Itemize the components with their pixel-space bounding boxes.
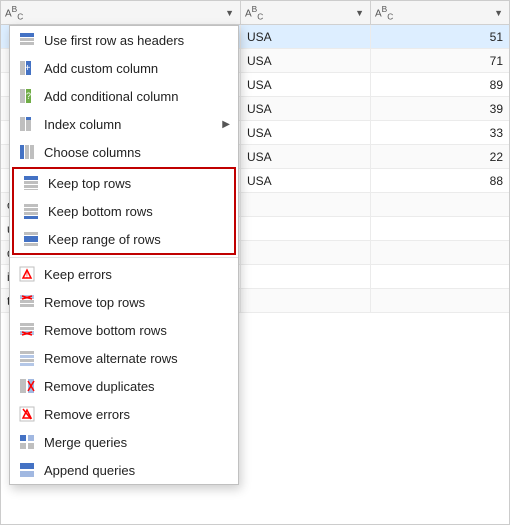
menu-item-label-merge-queries: Merge queries (44, 435, 127, 450)
cell-units: 22 (371, 145, 509, 168)
cell-units (371, 289, 509, 312)
country-filter-button[interactable]: ▼ (353, 7, 366, 19)
use-first-row-icon (18, 31, 36, 49)
menu-item-keep-bottom-rows[interactable]: Keep bottom rows (14, 197, 234, 225)
keep-rows-highlight-group: Keep top rows Keep bottom rows Keep range … (12, 167, 236, 255)
menu-item-label-remove-top-rows: Remove top rows (44, 295, 145, 310)
svg-text:!: ! (26, 273, 28, 280)
table-header: ABC ▼ ABC ▼ ABC ▼ (1, 1, 509, 25)
cell-country: USA (241, 169, 371, 192)
svg-text:+: + (25, 63, 31, 74)
period-type-icon: ABC (5, 4, 23, 21)
cell-country: USA (241, 97, 371, 120)
add-column-icon: + (18, 59, 36, 77)
cell-country (241, 241, 371, 264)
menu-item-label-keep-bottom-rows: Keep bottom rows (48, 204, 153, 219)
svg-text:?: ? (26, 91, 31, 101)
country-type-icon: ABC (245, 4, 263, 21)
index-column-icon (18, 115, 36, 133)
merge-icon (18, 433, 36, 451)
keep-errors-icon: ! (18, 265, 36, 283)
cell-country: USA (241, 73, 371, 96)
menu-item-label-append-queries: Append queries (44, 463, 135, 478)
country-column-header[interactable]: ABC ▼ (241, 1, 371, 24)
main-container: ABC ▼ ABC ▼ ABC ▼ USA51USA71USA89USA39US… (0, 0, 510, 525)
remove-alternate-icon (18, 349, 36, 367)
submenu-arrow-icon: ▶ (222, 119, 230, 130)
cell-country: USA (241, 145, 371, 168)
remove-duplicates-icon (18, 377, 36, 395)
cell-country: USA (241, 121, 371, 144)
menu-item-label-choose-columns: Choose columns (44, 145, 141, 160)
cell-country: USA (241, 25, 371, 48)
remove-bottom-icon (18, 321, 36, 339)
menu-item-add-custom-column[interactable]: + Add custom column (10, 54, 238, 82)
cell-country (241, 217, 371, 240)
units-type-icon: ABC (375, 4, 393, 21)
units-column-header[interactable]: ABC ▼ (371, 1, 509, 24)
choose-columns-icon (18, 143, 36, 161)
keep-top-rows-icon (22, 174, 40, 192)
append-icon (18, 461, 36, 479)
remove-errors-icon (18, 405, 36, 423)
period-column-header[interactable]: ABC ▼ (1, 1, 241, 24)
cell-units: 89 (371, 73, 509, 96)
menu-item-label-remove-duplicates: Remove duplicates (44, 379, 155, 394)
menu-item-label-use-first-row: Use first row as headers (44, 33, 184, 48)
conditional-column-icon: ? (18, 87, 36, 105)
context-menu: Use first row as headers + Add custom colu… (9, 25, 239, 485)
menu-item-use-first-row[interactable]: Use first row as headers (10, 26, 238, 54)
cell-units (371, 241, 509, 264)
keep-bottom-rows-icon (22, 202, 40, 220)
cell-units: 51 (371, 25, 509, 48)
cell-country (241, 289, 371, 312)
menu-item-merge-queries[interactable]: Merge queries (10, 428, 238, 456)
menu-item-label-remove-bottom-rows: Remove bottom rows (44, 323, 167, 338)
cell-units: 39 (371, 97, 509, 120)
menu-item-keep-errors[interactable]: ! Keep errors (10, 260, 238, 288)
cell-units: 71 (371, 49, 509, 72)
menu-item-keep-range-of-rows[interactable]: Keep range of rows (14, 225, 234, 253)
cell-country (241, 265, 371, 288)
menu-item-label-remove-alternate-rows: Remove alternate rows (44, 351, 178, 366)
menu-item-remove-errors[interactable]: Remove errors (10, 400, 238, 428)
menu-divider (10, 257, 238, 258)
cell-country: USA (241, 49, 371, 72)
menu-item-index-column[interactable]: Index column ▶ (10, 110, 238, 138)
menu-item-label-keep-range-of-rows: Keep range of rows (48, 232, 161, 247)
period-filter-button[interactable]: ▼ (223, 7, 236, 19)
menu-item-label-keep-top-rows: Keep top rows (48, 176, 131, 191)
menu-item-choose-columns[interactable]: Choose columns (10, 138, 238, 166)
cell-country (241, 193, 371, 216)
cell-units (371, 265, 509, 288)
cell-units: 33 (371, 121, 509, 144)
menu-item-keep-top-rows[interactable]: Keep top rows (14, 169, 234, 197)
menu-item-label-keep-errors: Keep errors (44, 267, 112, 282)
cell-units (371, 193, 509, 216)
menu-item-label-index-column: Index column (44, 117, 121, 132)
menu-item-remove-bottom-rows[interactable]: Remove bottom rows (10, 316, 238, 344)
keep-range-icon (22, 230, 40, 248)
cell-units: 88 (371, 169, 509, 192)
menu-item-label-add-conditional-column: Add conditional column (44, 89, 178, 104)
menu-item-label-add-custom-column: Add custom column (44, 61, 158, 76)
menu-item-remove-top-rows[interactable]: Remove top rows (10, 288, 238, 316)
remove-top-icon (18, 293, 36, 311)
menu-item-remove-duplicates[interactable]: Remove duplicates (10, 372, 238, 400)
menu-item-label-remove-errors: Remove errors (44, 407, 130, 422)
cell-units (371, 217, 509, 240)
menu-item-append-queries[interactable]: Append queries (10, 456, 238, 484)
menu-item-remove-alternate-rows[interactable]: Remove alternate rows (10, 344, 238, 372)
units-filter-button[interactable]: ▼ (492, 7, 505, 19)
menu-item-add-conditional-column[interactable]: ? Add conditional column (10, 82, 238, 110)
